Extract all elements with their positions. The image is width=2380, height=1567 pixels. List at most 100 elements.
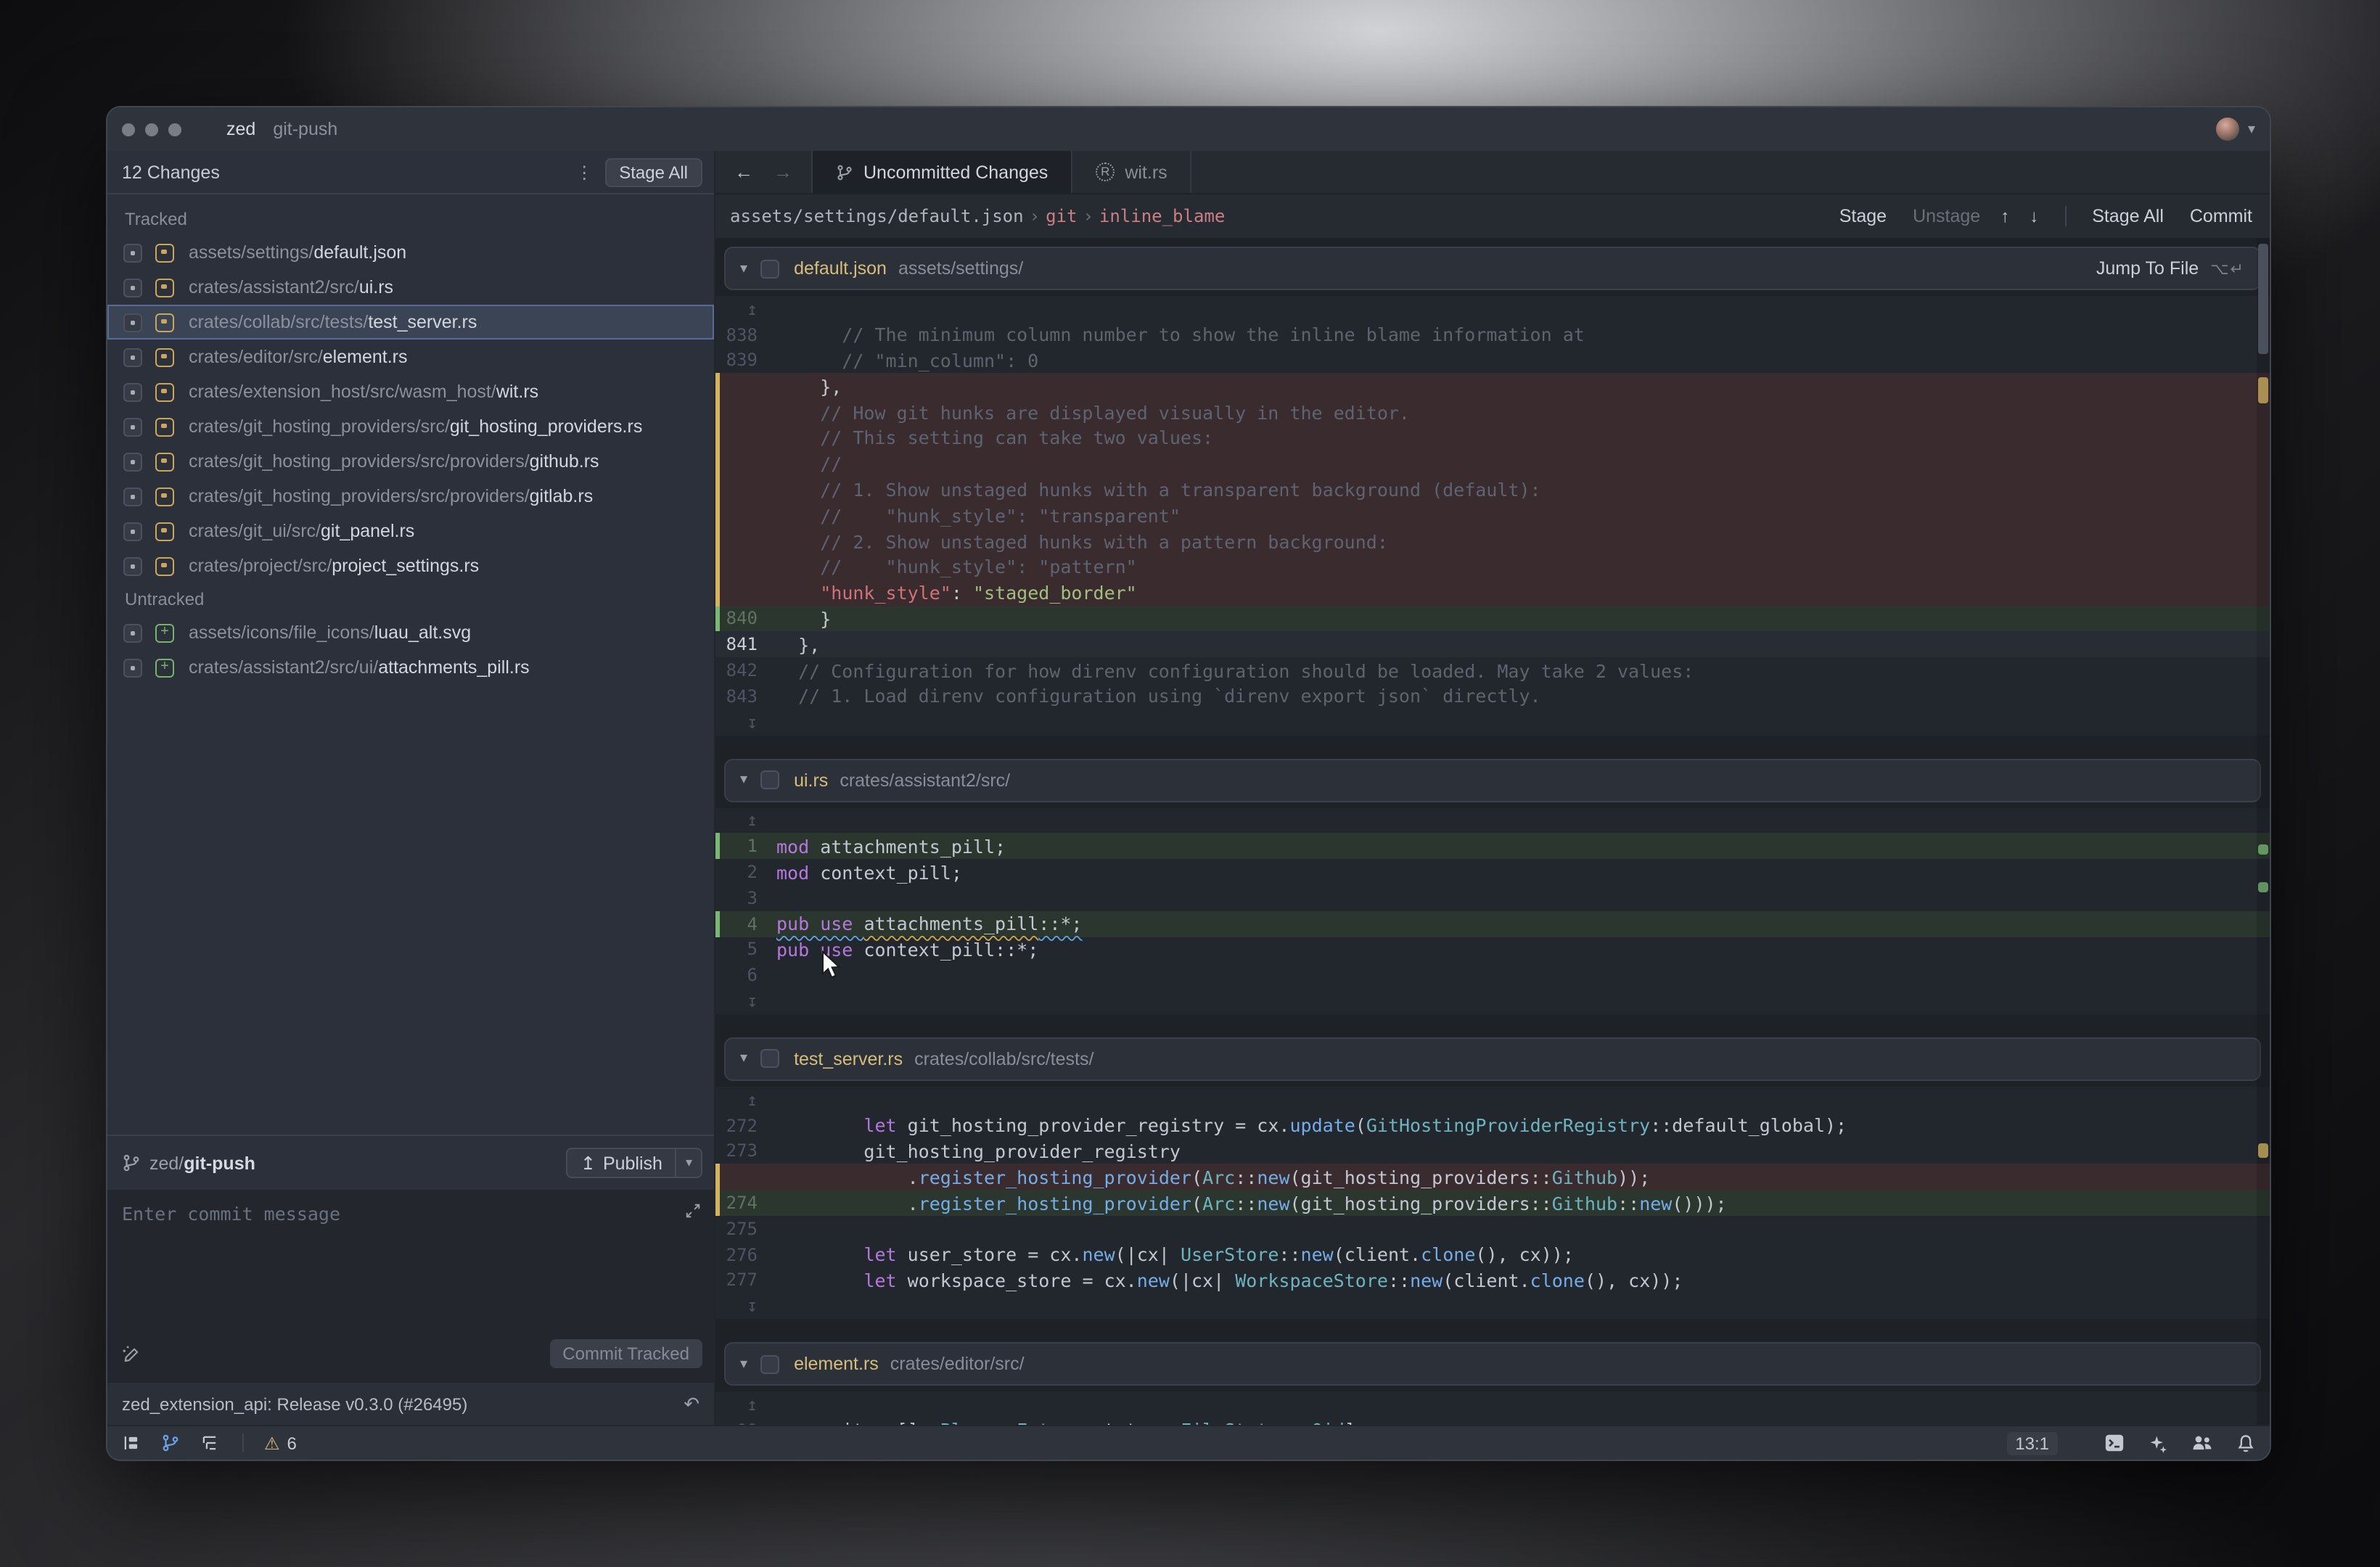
publish-button[interactable]: ↥ Publish ▾ bbox=[565, 1148, 702, 1178]
section-file-name: element.rs bbox=[794, 1354, 879, 1375]
stage-checkbox[interactable] bbox=[123, 347, 142, 366]
commit-message-input[interactable]: Enter commit message bbox=[107, 1190, 714, 1335]
notifications-bell-icon[interactable] bbox=[2236, 1433, 2255, 1453]
stage-all-toolbar-button[interactable]: Stage All bbox=[2092, 206, 2164, 226]
expand-hunk-control[interactable]: ↧ bbox=[715, 1294, 2270, 1320]
stage-checkbox[interactable] bbox=[123, 452, 142, 471]
stage-file-checkbox[interactable] bbox=[760, 1354, 780, 1374]
file-section-header[interactable]: ▾ default.json assets/settings/Jump To Fil… bbox=[724, 247, 2261, 290]
stage-checkbox[interactable] bbox=[123, 313, 142, 332]
stage-all-button[interactable]: Stage All bbox=[604, 157, 702, 186]
expand-hunk-control[interactable]: ↥ bbox=[715, 807, 2270, 834]
repo-name[interactable]: zed/ bbox=[149, 1153, 184, 1173]
publish-options-chevron[interactable]: ▾ bbox=[676, 1148, 702, 1178]
overflow-menu-icon[interactable]: ⋮ bbox=[564, 162, 604, 182]
stage-checkbox[interactable] bbox=[123, 623, 142, 642]
expand-hunk-control[interactable]: ↧ bbox=[715, 988, 2270, 1014]
diff-indicator-bar bbox=[715, 528, 720, 554]
stage-file-checkbox[interactable] bbox=[760, 1049, 780, 1069]
user-avatar[interactable] bbox=[2215, 118, 2239, 141]
undo-commit-icon[interactable]: ↶ bbox=[684, 1392, 699, 1415]
commit-tracked-button[interactable]: Commit Tracked bbox=[549, 1339, 702, 1368]
diff-indicator-bar bbox=[715, 910, 720, 937]
breadcrumb-separator: › bbox=[1083, 206, 1093, 226]
file-row[interactable]: crates/editor/src/element.rs bbox=[107, 340, 714, 374]
file-row[interactable]: + assets/icons/file_icons/luau_alt.svg bbox=[107, 615, 714, 650]
stage-checkbox[interactable] bbox=[123, 417, 142, 436]
warning-icon[interactable]: ⚠ bbox=[264, 1433, 280, 1453]
file-path: crates/assistant2/src/ui/attachments_pil… bbox=[189, 657, 530, 678]
expand-hunk-control[interactable]: ↥ bbox=[715, 296, 2270, 322]
file-row[interactable]: crates/extension_host/src/wasm_host/wit.… bbox=[107, 374, 714, 409]
close-button[interactable] bbox=[122, 123, 135, 136]
stage-checkbox[interactable] bbox=[123, 658, 142, 677]
scrollbar[interactable] bbox=[2257, 238, 2270, 1425]
minimize-button[interactable] bbox=[145, 123, 158, 136]
file-row[interactable]: crates/assistant2/src/ui.rs bbox=[107, 270, 714, 305]
commit-editor[interactable]: Enter commit message Commit Tracked bbox=[107, 1190, 714, 1381]
chevron-down-icon[interactable]: ▾ bbox=[740, 1051, 747, 1067]
code-line: 277 let workspace_store = cx.new(|cx| Wo… bbox=[715, 1267, 2270, 1294]
breadcrumb[interactable]: assets/settings/default.json › git › inline_… bbox=[730, 206, 1225, 226]
file-section-header[interactable]: ▾ ui.rs crates/assistant2/src/ bbox=[724, 758, 2261, 802]
file-row[interactable]: assets/settings/default.json bbox=[107, 235, 714, 270]
chevron-down-icon[interactable]: ▾ bbox=[740, 772, 747, 788]
commit-toolbar-button[interactable]: Commit bbox=[2190, 206, 2252, 226]
code-line: 6 bbox=[715, 963, 2270, 989]
line-number: 275 bbox=[726, 1218, 758, 1239]
next-hunk-button[interactable]: ↓ bbox=[2030, 206, 2038, 226]
file-row[interactable]: crates/git_hosting_providers/src/provide… bbox=[107, 444, 714, 479]
stage-checkbox[interactable] bbox=[123, 278, 142, 297]
file-row[interactable]: crates/git_hosting_providers/src/git_hos… bbox=[107, 409, 714, 444]
file-row[interactable]: crates/git_hosting_providers/src/provide… bbox=[107, 479, 714, 514]
stage-checkbox[interactable] bbox=[123, 487, 142, 506]
file-section-header[interactable]: ▾ test_server.rs crates/collab/src/tests/ bbox=[724, 1037, 2261, 1081]
assistant-sparkle-icon[interactable] bbox=[2148, 1433, 2168, 1453]
chevron-down-icon[interactable]: ▾ bbox=[740, 1356, 747, 1372]
file-section-header[interactable]: ▾ element.rs crates/editor/src/ bbox=[724, 1342, 2261, 1386]
stage-checkbox[interactable] bbox=[123, 382, 142, 401]
expand-commit-editor-icon[interactable] bbox=[685, 1203, 701, 1219]
file-row[interactable]: crates/collab/src/tests/test_server.rs bbox=[107, 305, 714, 340]
chevron-down-icon[interactable]: ▾ bbox=[740, 260, 747, 276]
code-text: // 1. Load direnv configuration using `d… bbox=[776, 685, 1541, 707]
zoom-button[interactable] bbox=[168, 123, 181, 136]
tab-uncommitted-changes[interactable]: Uncommitted Changes bbox=[813, 151, 1073, 193]
expand-hunk-control[interactable]: ↧ bbox=[715, 710, 2270, 736]
stage-button[interactable]: Stage bbox=[1839, 206, 1887, 226]
stage-checkbox[interactable] bbox=[123, 522, 142, 540]
project-panel-icon[interactable] bbox=[122, 1434, 141, 1452]
cursor-position[interactable]: 13:1 bbox=[2006, 1431, 2058, 1455]
jump-to-file-button[interactable]: Jump To File bbox=[2096, 258, 2199, 279]
expand-hunk-control[interactable]: ↥ bbox=[715, 1087, 2270, 1113]
terminal-icon[interactable] bbox=[2104, 1434, 2125, 1452]
tab-wit-rs[interactable]: Rwit.rs bbox=[1072, 151, 1192, 193]
stage-file-checkbox[interactable] bbox=[760, 770, 780, 790]
line-number: 840 bbox=[726, 608, 758, 629]
warning-count[interactable]: 6 bbox=[287, 1433, 297, 1453]
window-title: git-push bbox=[273, 119, 338, 139]
branch-name[interactable]: git-push bbox=[184, 1153, 255, 1173]
git-panel-icon[interactable] bbox=[161, 1434, 180, 1452]
file-row[interactable]: + crates/assistant2/src/ui/attachments_pi… bbox=[107, 650, 714, 685]
file-row[interactable]: crates/git_ui/src/git_panel.rs bbox=[107, 514, 714, 548]
file-row[interactable]: crates/project/src/project_settings.rs bbox=[107, 548, 714, 583]
navigate-forward-button[interactable]: → bbox=[763, 161, 803, 183]
file-dir: crates/editor/src/ bbox=[189, 347, 323, 367]
code-line: 838 // The minimum column number to show… bbox=[715, 322, 2270, 348]
stage-checkbox[interactable] bbox=[123, 556, 142, 575]
modified-status-icon bbox=[155, 417, 174, 436]
collaboration-icon[interactable] bbox=[2191, 1434, 2213, 1452]
outline-panel-icon[interactable] bbox=[200, 1434, 219, 1452]
generate-commit-message-icon[interactable] bbox=[122, 1344, 141, 1363]
unstage-button[interactable]: Unstage bbox=[1913, 206, 1980, 226]
prev-hunk-button[interactable]: ↑ bbox=[2001, 206, 2009, 226]
expand-hunk-control[interactable]: ↥ bbox=[715, 1391, 2270, 1418]
navigate-back-button[interactable]: ← bbox=[724, 161, 763, 183]
line-number: 2 bbox=[747, 862, 758, 883]
stage-checkbox[interactable] bbox=[123, 243, 142, 262]
line-number: ↧ bbox=[747, 1296, 758, 1317]
chevron-down-icon[interactable]: ▾ bbox=[2248, 121, 2255, 137]
file-path: crates/extension_host/src/wasm_host/wit.… bbox=[189, 382, 538, 402]
stage-file-checkbox[interactable] bbox=[760, 259, 780, 278]
